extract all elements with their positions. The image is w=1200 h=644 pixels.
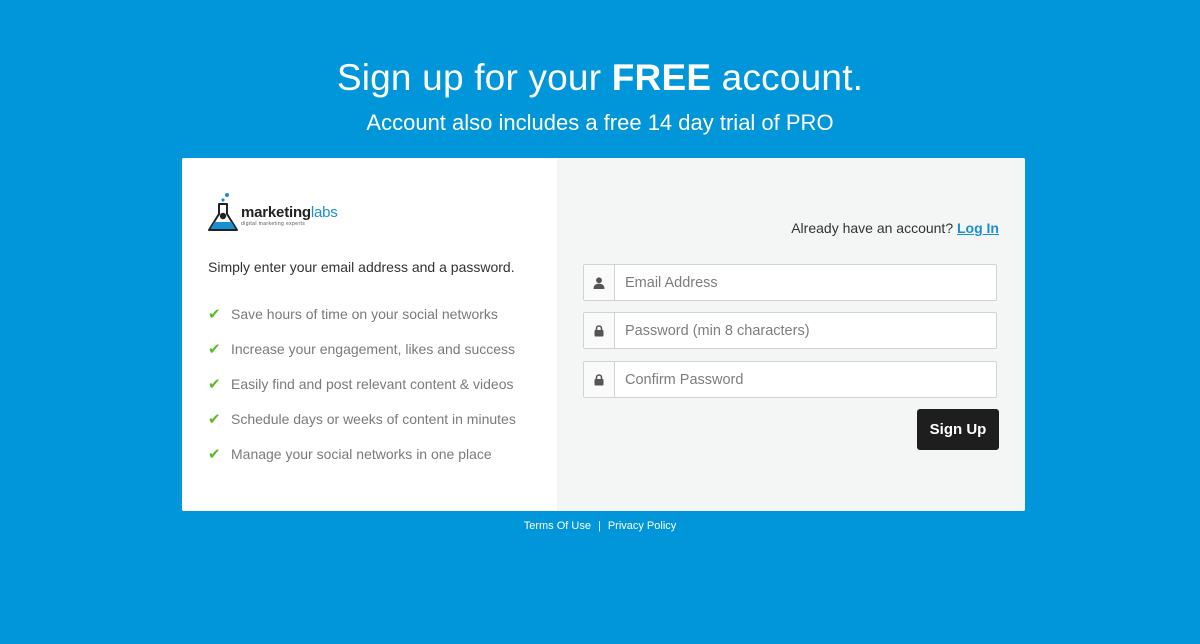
flask-icon bbox=[208, 193, 238, 231]
signup-form-panel: Already have an account? Log In Email Ad… bbox=[557, 158, 1025, 511]
lock-icon bbox=[584, 362, 615, 397]
login-prompt: Already have an account? Log In bbox=[791, 220, 999, 236]
signup-card: marketinglabs digital marketing experts … bbox=[182, 158, 1025, 511]
feature-text: Schedule days or weeks of content in min… bbox=[231, 411, 516, 427]
login-prompt-text: Already have an account? bbox=[791, 220, 954, 236]
checkmark-icon: ✔ bbox=[208, 376, 221, 393]
email-input[interactable] bbox=[615, 265, 996, 300]
feature-text: Increase your engagement, likes and succ… bbox=[231, 341, 516, 357]
brand-name-part1: marketing bbox=[241, 204, 311, 221]
email-field bbox=[583, 264, 997, 301]
sign-up-button[interactable]: Sign Up bbox=[917, 409, 999, 450]
confirm-password-field bbox=[583, 361, 997, 398]
page-subtitle: Account also includes a free 14 day tria… bbox=[366, 110, 834, 135]
footer-separator: | bbox=[597, 520, 601, 532]
feature-text: Easily find and post relevant content & … bbox=[231, 376, 514, 392]
checkmark-icon: ✔ bbox=[208, 446, 221, 463]
brand-logo: marketinglabs digital marketing experts bbox=[207, 192, 352, 234]
page-title-suffix: account. bbox=[711, 57, 864, 98]
confirm-password-input[interactable] bbox=[615, 362, 996, 397]
feature-item: ✔ Increase your engagement, likes and suc… bbox=[208, 341, 516, 376]
feature-text: Manage your social networks in one place bbox=[231, 446, 492, 462]
password-input[interactable] bbox=[615, 313, 996, 348]
info-panel: marketinglabs digital marketing experts … bbox=[182, 158, 557, 511]
feature-item: ✔ Easily find and post relevant content &… bbox=[208, 376, 516, 411]
privacy-link[interactable]: Privacy Policy bbox=[608, 520, 676, 532]
intro-text: Simply enter your email address and a pa… bbox=[208, 259, 515, 275]
checkmark-icon: ✔ bbox=[208, 341, 221, 358]
feature-list: ✔ Save hours of time on your social netwo… bbox=[208, 306, 516, 481]
terms-link[interactable]: Terms Of Use bbox=[524, 520, 591, 532]
feature-item: ✔ Save hours of time on your social netwo… bbox=[208, 306, 516, 341]
footer-links: Terms Of Use | Privacy Policy bbox=[0, 520, 1200, 532]
checkmark-icon: ✔ bbox=[208, 411, 221, 428]
page-title-prefix: Sign up for your bbox=[336, 57, 612, 98]
feature-text: Save hours of time on your social networ… bbox=[231, 306, 498, 322]
lock-icon bbox=[584, 313, 615, 348]
checkmark-icon: ✔ bbox=[208, 306, 221, 323]
page-title: Sign up for your FREE account. bbox=[0, 56, 1200, 100]
feature-item: ✔ Manage your social networks in one plac… bbox=[208, 446, 516, 481]
brand-name-part2: labs bbox=[310, 204, 338, 221]
feature-item: ✔ Schedule days or weeks of content in mi… bbox=[208, 411, 516, 446]
signup-page: Sign up for your FREE account. Account a… bbox=[0, 0, 1200, 644]
login-link[interactable]: Log In bbox=[957, 220, 999, 236]
brand-tagline: digital marketing experts bbox=[241, 221, 306, 227]
user-icon bbox=[584, 265, 615, 300]
password-field bbox=[583, 312, 997, 349]
page-title-free: FREE bbox=[611, 57, 712, 98]
brand-name: marketinglabs bbox=[241, 204, 338, 221]
